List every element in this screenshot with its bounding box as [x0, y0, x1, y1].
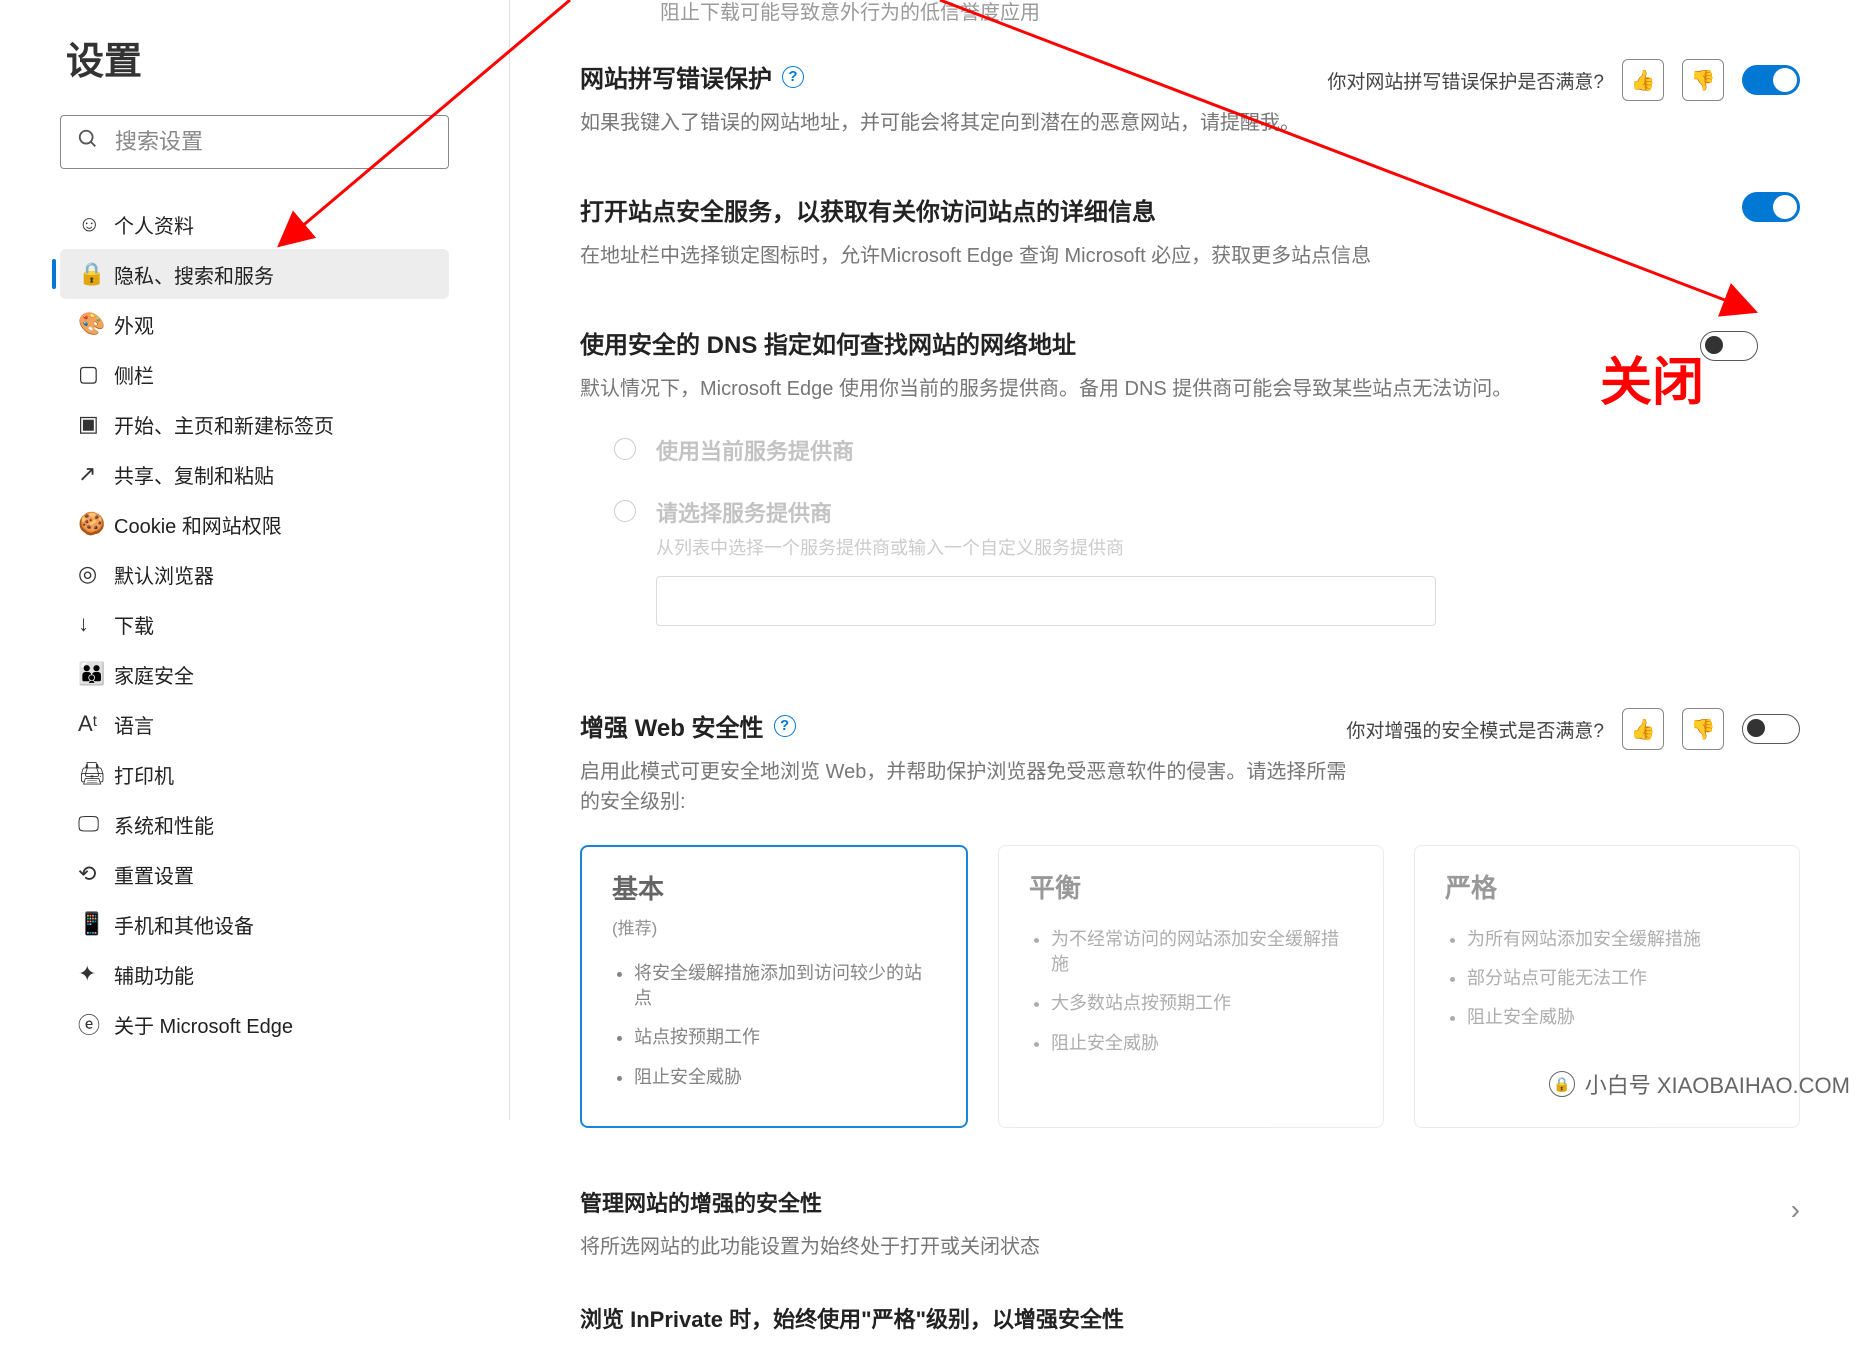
sidebar-item-cookies[interactable]: 🍪Cookie 和网站权限	[60, 499, 509, 549]
sidebar-item-accessibility[interactable]: ✦辅助功能	[60, 949, 509, 999]
sidebar-item-label: Cookie 和网站权限	[114, 510, 282, 539]
toggle-secure-dns[interactable]	[1700, 331, 1758, 361]
sidebar-item-downloads[interactable]: ↓下载	[60, 599, 509, 649]
feedback-question: 你对增强的安全模式是否满意?	[1346, 716, 1604, 743]
sidebar-item-label: 下载	[114, 610, 154, 639]
sidebar-item-label: 隐私、搜索和服务	[114, 260, 274, 289]
phone-icon: 📱	[78, 911, 114, 937]
sidebar-item-family[interactable]: 👪家庭安全	[60, 649, 509, 699]
download-icon: ↓	[78, 611, 114, 637]
settings-main: 阻止下载可能导致意外行为的低信誉度应用 网站拼写错误保护 ? 如果我键入了错误的…	[510, 0, 1870, 1368]
sidebar-item-label: 语言	[114, 710, 154, 739]
accessibility-icon: ✦	[78, 961, 114, 987]
sidebar-item-about[interactable]: ⓔ关于 Microsoft Edge	[60, 999, 509, 1049]
block-low-rep-desc: 阻止下载可能导致意外行为的低信誉度应用	[580, 0, 1800, 25]
setting-enhanced-security: 增强 Web 安全性 ? 启用此模式可更安全地浏览 Web，并帮助保护浏览器免受…	[580, 674, 1800, 1368]
sidebar-item-label: 共享、复制和粘贴	[114, 460, 274, 489]
printer-icon: 🖨	[78, 761, 114, 787]
palette-icon: 🎨	[78, 311, 114, 337]
sidebar-item-label: 打印机	[114, 760, 174, 789]
sidebar-item-default-browser[interactable]: ◎默认浏览器	[60, 549, 509, 599]
home-tab-icon: ▣	[78, 411, 114, 437]
sidebar-item-label: 侧栏	[114, 360, 154, 389]
sidebar-item-share[interactable]: ↗共享、复制和粘贴	[60, 449, 509, 499]
settings-nav: ☺个人资料 🔒隐私、搜索和服务 🎨外观 ▢侧栏 ▣开始、主页和新建标签页 ↗共享…	[0, 199, 509, 1049]
setting-desc: 默认情况下，Microsoft Edge 使用你当前的服务提供商。备用 DNS …	[580, 374, 1700, 404]
toggle-typo-protection[interactable]	[1742, 65, 1800, 95]
sidebar-item-label: 关于 Microsoft Edge	[114, 1010, 293, 1039]
sidebar-item-label: 辅助功能	[114, 960, 194, 989]
sidebar-item-privacy[interactable]: 🔒隐私、搜索和服务	[60, 249, 449, 299]
settings-title: 设置	[66, 30, 509, 85]
setting-typo-protection: 网站拼写错误保护 ? 如果我键入了错误的网站地址，并可能会将其定向到潜在的恶意网…	[580, 25, 1800, 158]
sidebar-item-reset[interactable]: ⟲重置设置	[60, 849, 509, 899]
security-card-balanced[interactable]: 平衡 为不经常访问的网站添加安全缓解措施 大多数站点按预期工作 阻止安全威胁	[998, 845, 1384, 1128]
lock-icon: 🔒	[1549, 1071, 1575, 1097]
toggle-site-safety[interactable]	[1742, 192, 1800, 222]
sidebar-item-appearance[interactable]: 🎨外观	[60, 299, 509, 349]
dns-option-current: 使用当前服务提供商	[614, 434, 1700, 466]
sidebar-item-language[interactable]: Aᵗ语言	[60, 699, 509, 749]
setting-desc: 在地址栏中选择锁定图标时，允许Microsoft Edge 查询 Microso…	[580, 241, 1742, 271]
sidebar-item-label: 系统和性能	[114, 810, 214, 839]
setting-title: 增强 Web 安全性 ?	[580, 708, 1346, 743]
edge-icon: ⓔ	[78, 1008, 114, 1040]
help-icon[interactable]: ?	[782, 66, 804, 88]
radio-icon	[614, 500, 636, 522]
search-input[interactable]	[115, 129, 432, 155]
setting-desc: 启用此模式可更安全地浏览 Web，并帮助保护浏览器免受恶意软件的侵害。请选择所需…	[580, 757, 1346, 817]
annotation-close-label: 关闭	[1600, 340, 1704, 415]
reset-icon: ⟲	[78, 861, 114, 887]
radio-icon	[614, 438, 636, 460]
lock-icon: 🔒	[78, 261, 114, 287]
sidebar-item-label: 默认浏览器	[114, 560, 214, 589]
sidebar-item-profile[interactable]: ☺个人资料	[60, 199, 509, 249]
feedback-question: 你对网站拼写错误保护是否满意?	[1327, 67, 1604, 94]
settings-sidebar: 设置 ☺个人资料 🔒隐私、搜索和服务 🎨外观 ▢侧栏 ▣开始、主页和新建标签页 …	[0, 0, 510, 1120]
thumbs-down-button[interactable]: 👎	[1682, 59, 1724, 101]
sidebar-item-sidebar[interactable]: ▢侧栏	[60, 349, 509, 399]
sidebar-item-label: 开始、主页和新建标签页	[114, 410, 334, 439]
sidebar-item-label: 手机和其他设备	[114, 910, 254, 939]
sidebar-item-phone[interactable]: 📱手机和其他设备	[60, 899, 509, 949]
thumbs-up-button[interactable]: 👍	[1622, 708, 1664, 750]
security-card-basic[interactable]: 基本 (推荐) 将安全缓解措施添加到访问较少的站点 站点按预期工作 阻止安全威胁	[580, 845, 968, 1128]
setting-desc: 如果我键入了错误的网站地址，并可能会将其定向到潜在的恶意网站，请提醒我。	[580, 108, 1327, 138]
setting-title: 打开站点安全服务，以获取有关你访问站点的详细信息	[580, 192, 1742, 227]
sidebar-item-start[interactable]: ▣开始、主页和新建标签页	[60, 399, 509, 449]
sidebar-item-label: 重置设置	[114, 860, 194, 889]
chevron-right-icon: ›	[1791, 1194, 1800, 1226]
browser-icon: ◎	[78, 561, 114, 587]
setting-site-safety: 打开站点安全服务，以获取有关你访问站点的详细信息 在地址栏中选择锁定图标时，允许…	[580, 158, 1800, 291]
language-icon: Aᵗ	[78, 711, 114, 737]
manage-title: 管理网站的增强的安全性	[580, 1186, 1040, 1218]
help-icon[interactable]: ?	[774, 715, 796, 737]
sidebar-item-label: 外观	[114, 310, 154, 339]
thumbs-down-button[interactable]: 👎	[1682, 708, 1724, 750]
sidebar-item-printers[interactable]: 🖨打印机	[60, 749, 509, 799]
setting-title: 使用安全的 DNS 指定如何查找网站的网络地址	[580, 325, 1700, 360]
sidebar-item-label: 家庭安全	[114, 660, 194, 689]
inprivate-strict-title: 浏览 InPrivate 时，始终使用"严格"级别，以增强安全性	[580, 1302, 1800, 1334]
monitor-icon: 🖵	[78, 811, 114, 837]
thumbs-up-button[interactable]: 👍	[1622, 59, 1664, 101]
cookie-icon: 🍪	[78, 511, 114, 537]
dns-option-choose: 请选择服务提供商 从列表中选择一个服务提供商或输入一个自定义服务提供商	[614, 496, 1700, 626]
dns-provider-dropdown	[656, 576, 1436, 626]
search-settings-box[interactable]	[60, 115, 449, 169]
watermark: 🔒 小白号 XIAOBAIHAO.COM	[1549, 1068, 1850, 1100]
profile-icon: ☺	[78, 211, 114, 237]
search-icon	[77, 128, 99, 156]
setting-title: 网站拼写错误保护 ?	[580, 59, 1327, 94]
sidebar-item-label: 个人资料	[114, 210, 194, 239]
toggle-enhanced-security[interactable]	[1742, 714, 1800, 744]
share-icon: ↗	[78, 461, 114, 487]
panel-icon: ▢	[78, 361, 114, 387]
sidebar-item-system[interactable]: 🖵系统和性能	[60, 799, 509, 849]
dns-options: 使用当前服务提供商 请选择服务提供商 从列表中选择一个服务提供商或输入一个自定义…	[580, 404, 1700, 654]
manage-enhanced-security[interactable]: 管理网站的增强的安全性 将所选网站的此功能设置为始终处于打开或关闭状态 ›	[580, 1166, 1800, 1262]
manage-desc: 将所选网站的此功能设置为始终处于打开或关闭状态	[580, 1232, 1040, 1262]
family-icon: 👪	[78, 661, 114, 687]
